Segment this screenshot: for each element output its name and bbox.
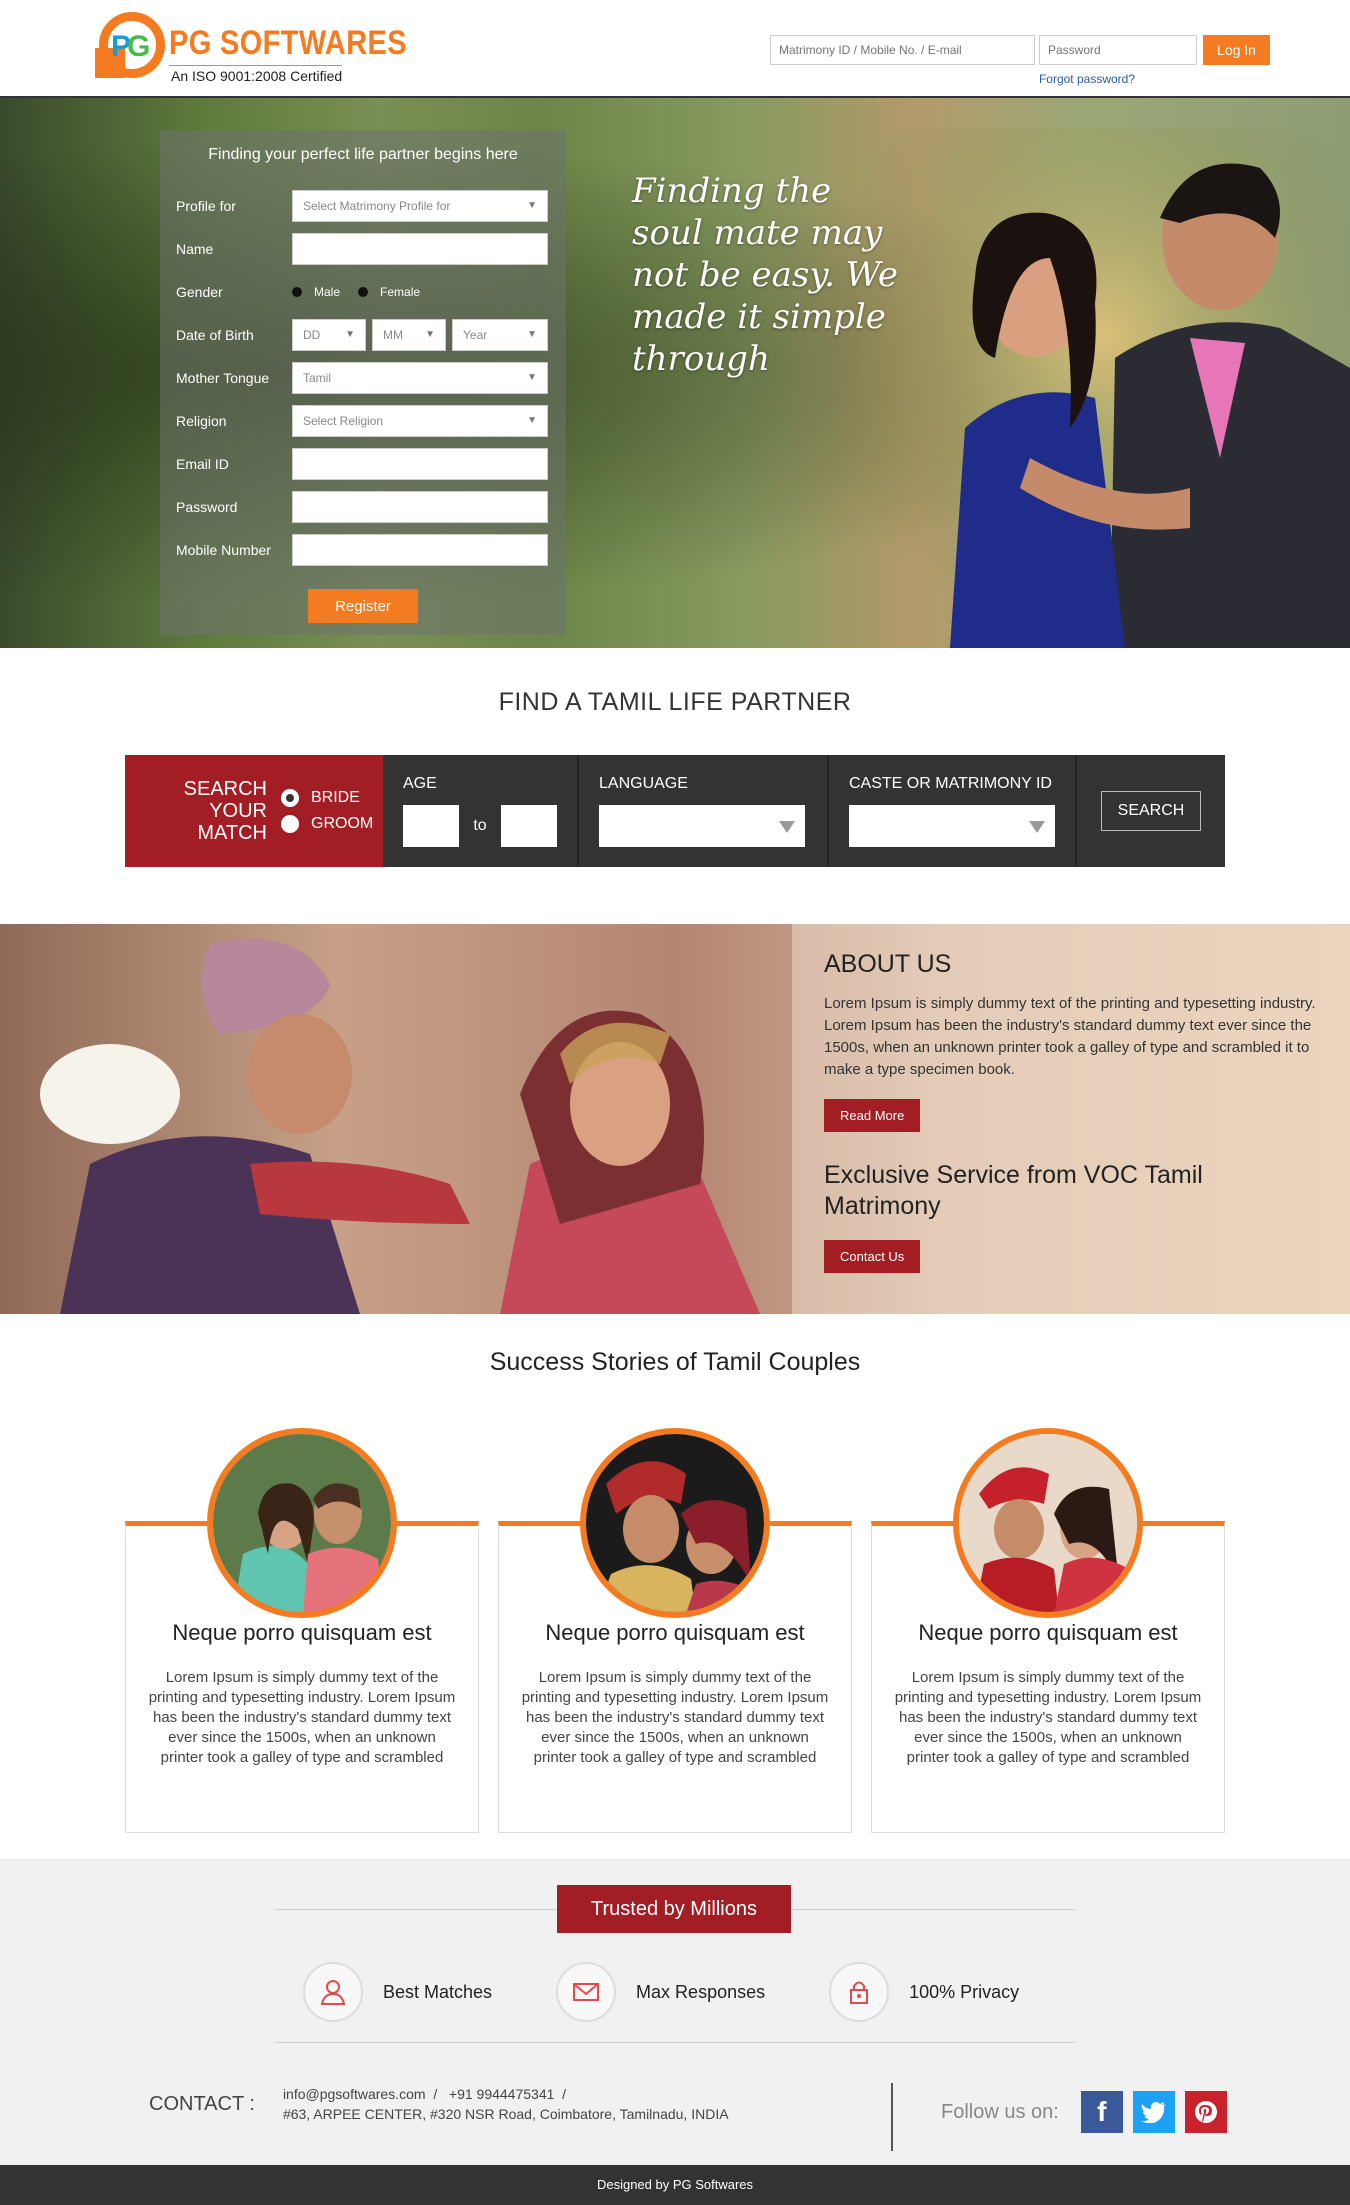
email-label: Email ID [176, 455, 229, 472]
twitter-icon[interactable] [1132, 2091, 1175, 2133]
age-to-label: to [473, 817, 487, 834]
story-title: Neque porro quisquam est [918, 1620, 1178, 1645]
forgot-password-link[interactable]: Forgot password? [1039, 72, 1135, 86]
footer: Designed by PG Softwares [0, 2165, 1350, 2205]
read-more-button[interactable]: Read More [824, 1099, 921, 1132]
pinterest-icon[interactable] [1184, 2091, 1227, 2133]
chevron-down-icon: ▼ [527, 372, 537, 383]
social-links: Follow us on: f [941, 2091, 1227, 2133]
story-title: Neque porro quisquam est [172, 1620, 432, 1645]
trusted-badge: Trusted by Millions [557, 1885, 791, 1933]
brand-tagline: An ISO 9001:2008 Certified [169, 65, 343, 84]
login-form: Log In [770, 35, 1270, 65]
name-label: Name [176, 240, 214, 257]
lock-icon [829, 1962, 890, 2022]
couple-photo [953, 1428, 1143, 1618]
bride-radio[interactable]: BRIDE [281, 789, 373, 807]
profile-for-select[interactable]: Select Matrimony Profile for ▼ [292, 189, 548, 222]
mother-tongue-select[interactable]: Tamil ▼ [292, 361, 548, 394]
dob-label: Date of Birth [176, 326, 254, 343]
feature-best-matches: Best Matches [303, 1962, 492, 2022]
service-title: Exclusive Service from VOC Tamil Matrimo… [824, 1161, 1203, 1220]
chevron-down-icon: ▼ [527, 329, 537, 340]
chevron-down-icon: ▼ [527, 415, 537, 426]
gender-label: Gender [176, 283, 223, 300]
mobile-label: Mobile Number [176, 541, 271, 558]
user-icon [303, 1962, 363, 2022]
feature-max-responses: Max Responses [556, 1962, 765, 2022]
story-card[interactable]: Neque porro quisquam est Lorem Ipsum is … [125, 1428, 479, 1833]
caste-label: CASTE OR MATRIMONY ID [849, 775, 1052, 792]
contact-email[interactable]: info@pgsoftwares.com [283, 2086, 426, 2102]
facebook-icon[interactable]: f [1080, 2091, 1123, 2133]
groom-radio[interactable]: GROOM [281, 815, 373, 833]
gender-female-radio[interactable]: Female [358, 285, 420, 299]
follow-label: Follow us on: [941, 2100, 1059, 2123]
age-label: AGE [403, 775, 437, 792]
logo[interactable]: PG PG SOFTWARES An ISO 9001:2008 Certifi… [95, 10, 449, 86]
dob-year-select[interactable]: Year ▼ [452, 318, 548, 351]
contact-info: CONTACT : info@pgsoftwares.com / +91 994… [149, 2086, 729, 2122]
wedding-couple-image [0, 924, 792, 1314]
login-button[interactable]: Log In [1203, 35, 1270, 65]
envelope-icon [556, 1962, 617, 2022]
couple-photo [207, 1428, 397, 1618]
language-label: LANGUAGE [599, 775, 688, 792]
language-select[interactable] [599, 805, 805, 847]
login-password-input[interactable] [1039, 35, 1197, 65]
gender-male-radio[interactable]: Male [292, 285, 340, 299]
age-to-input[interactable] [500, 805, 557, 847]
chevron-down-icon: ▼ [425, 329, 435, 340]
trust-section: Trusted by Millions Best Matches Max Res… [0, 1859, 1350, 2165]
about-text: Lorem Ipsum is simply dummy text of the … [824, 995, 1316, 1078]
story-card[interactable]: Neque porro quisquam est Lorem Ipsum is … [498, 1428, 852, 1833]
pg-logo-icon: PG [95, 10, 165, 84]
match-search-bar: SEARCH YOUR MATCH BRIDE GROOM AGE to LAN… [125, 755, 1225, 867]
stories-list: Neque porro quisquam est Lorem Ipsum is … [125, 1428, 1225, 1833]
login-id-input[interactable] [770, 35, 1035, 65]
stories-title: Success Stories of Tamil Couples [489, 1348, 861, 1376]
chevron-down-icon: ▼ [345, 329, 355, 340]
registration-heading: Finding your perfect life partner begins… [208, 146, 518, 163]
email-input[interactable] [292, 447, 548, 480]
contact-phone[interactable]: +91 9944475341 [449, 2086, 555, 2102]
password-input[interactable] [292, 490, 548, 523]
about-section: ABOUT US Lorem Ipsum is simply dummy tex… [0, 924, 1350, 1314]
story-text: Lorem Ipsum is simply dummy text of the … [894, 1669, 1202, 1766]
about-title: ABOUT US [824, 950, 952, 978]
chevron-down-icon: ▼ [527, 200, 537, 211]
registration-form: Finding your perfect life partner begins… [160, 130, 566, 635]
register-button[interactable]: Register [308, 589, 418, 623]
dob-day-select[interactable]: DD ▼ [292, 318, 366, 351]
password-label: Password [176, 498, 238, 515]
story-title: Neque porro quisquam est [545, 1620, 805, 1645]
contact-address: #63, ARPEE CENTER, #320 NSR Road, Coimba… [282, 2106, 729, 2122]
mobile-input[interactable] [292, 533, 548, 566]
age-from-input[interactable] [403, 805, 460, 847]
hero-tagline: Finding the soul mate may not be easy. W… [632, 171, 898, 379]
story-card[interactable]: Neque porro quisquam est Lorem Ipsum is … [871, 1428, 1225, 1833]
mother-tongue-label: Mother Tongue [176, 369, 270, 386]
hero-banner: Finding your perfect life partner begins… [0, 98, 1350, 648]
search-label: SEARCH YOUR MATCH [183, 778, 267, 844]
dob-month-select[interactable]: MM ▼ [372, 318, 446, 351]
story-text: Lorem Ipsum is simply dummy text of the … [148, 1669, 456, 1766]
contact-us-button[interactable]: Contact Us [824, 1240, 921, 1273]
feature-privacy: 100% Privacy [829, 1962, 1019, 2022]
name-input[interactable] [292, 232, 548, 265]
contact-label: CONTACT : [149, 2092, 255, 2115]
site-header: PG PG SOFTWARES An ISO 9001:2008 Certifi… [0, 0, 1350, 98]
couple-photo [580, 1428, 770, 1618]
search-button[interactable]: SEARCH [1101, 791, 1201, 831]
find-title: FIND A TAMIL LIFE PARTNER [498, 688, 852, 716]
caste-select[interactable] [849, 805, 1055, 847]
story-text: Lorem Ipsum is simply dummy text of the … [521, 1669, 829, 1766]
religion-select[interactable]: Select Religion ▼ [292, 404, 548, 437]
hero-couple-image [860, 128, 1350, 648]
brand-name: PG SOFTWARES [169, 24, 407, 62]
profile-for-label: Profile for [176, 197, 236, 214]
religion-label: Religion [176, 412, 227, 429]
